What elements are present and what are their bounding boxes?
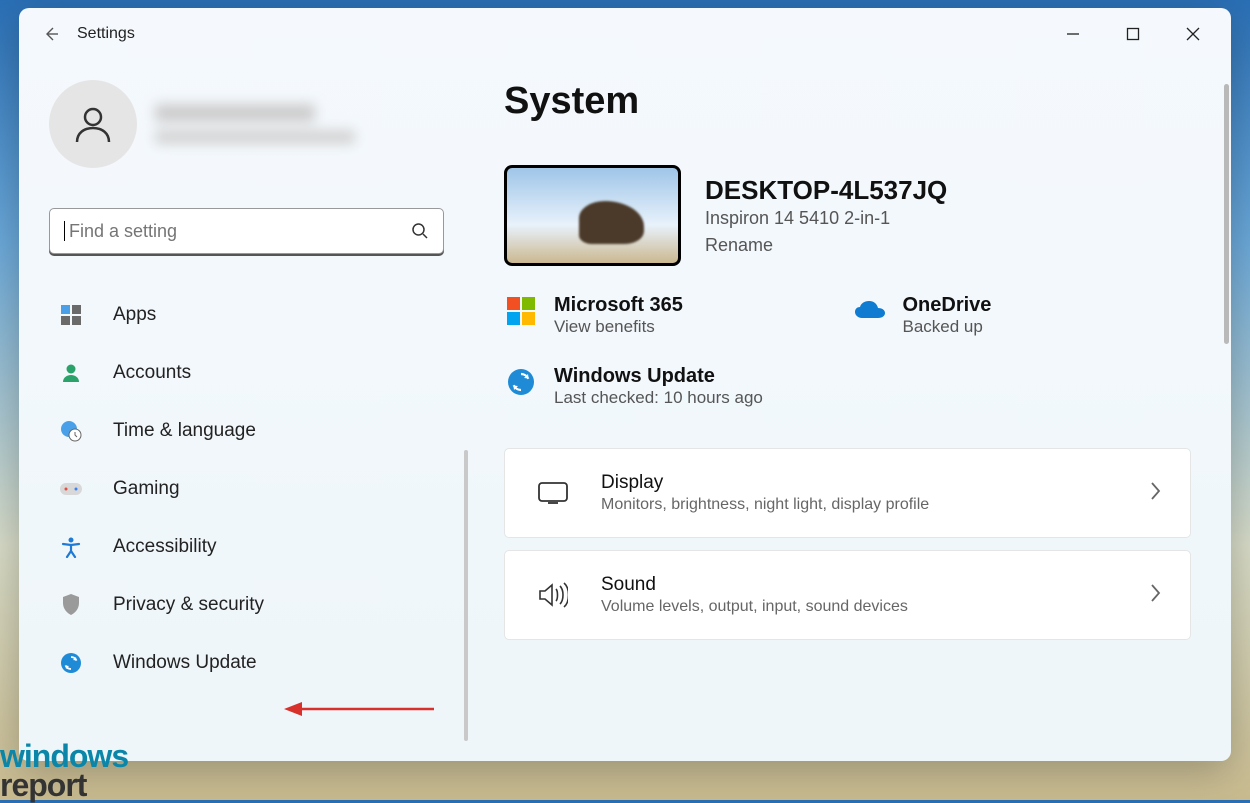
arrow-left-icon <box>42 25 60 43</box>
status-title: Windows Update <box>554 365 763 388</box>
accounts-icon <box>60 362 82 384</box>
search-input[interactable] <box>69 221 411 242</box>
status-sub: View benefits <box>554 317 683 337</box>
microsoft-icon <box>507 297 535 325</box>
status-onedrive[interactable]: OneDrive Backed up <box>853 294 1192 337</box>
main-scrollbar[interactable] <box>1224 84 1229 344</box>
sidebar-item-windows-update[interactable]: Windows Update <box>49 638 434 688</box>
sidebar-item-privacy-security[interactable]: Privacy & security <box>49 580 434 630</box>
globe-clock-icon <box>59 419 83 443</box>
settings-cards: Display Monitors, brightness, night ligh… <box>504 448 1191 640</box>
card-sound[interactable]: Sound Volume levels, output, input, soun… <box>504 550 1191 640</box>
display-icon <box>538 482 568 504</box>
status-windows-update[interactable]: Windows Update Last checked: 10 hours ag… <box>504 365 843 408</box>
device-name: DESKTOP-4L537JQ <box>705 175 947 206</box>
page-title: System <box>504 80 1191 123</box>
maximize-button[interactable] <box>1103 14 1163 54</box>
profile-text <box>155 104 355 144</box>
search-caret <box>64 221 65 241</box>
update-circle-icon <box>506 367 536 397</box>
close-icon <box>1186 27 1200 41</box>
titlebar: Settings <box>19 8 1231 60</box>
app-title: Settings <box>77 25 135 43</box>
status-grid: Microsoft 365 View benefits OneDrive Bac… <box>504 294 1191 408</box>
device-wallpaper-thumb[interactable] <box>504 165 681 266</box>
person-icon <box>71 102 115 146</box>
accessibility-icon <box>60 536 82 558</box>
sidebar: Apps Accounts Time & language Gaming Acc… <box>19 60 464 761</box>
onedrive-icon <box>854 300 886 322</box>
card-title: Sound <box>601 574 908 596</box>
sidebar-item-time-language[interactable]: Time & language <box>49 406 434 456</box>
sidebar-item-accessibility[interactable]: Accessibility <box>49 522 434 572</box>
sidebar-item-label: Apps <box>113 304 156 326</box>
watermark: windows report <box>0 742 128 800</box>
rename-link[interactable]: Rename <box>705 235 773 256</box>
settings-window: Settings <box>19 8 1231 761</box>
status-title: OneDrive <box>903 294 992 317</box>
watermark-line2: report <box>0 771 128 800</box>
close-button[interactable] <box>1163 14 1223 54</box>
minimize-icon <box>1066 27 1080 41</box>
chevron-right-icon <box>1148 582 1162 604</box>
status-sub: Last checked: 10 hours ago <box>554 388 763 408</box>
device-info: DESKTOP-4L537JQ Inspiron 14 5410 2-in-1 … <box>705 175 947 256</box>
sidebar-item-label: Privacy & security <box>113 594 264 616</box>
gamepad-icon <box>59 479 83 499</box>
status-microsoft-365[interactable]: Microsoft 365 View benefits <box>504 294 843 337</box>
sidebar-item-label: Windows Update <box>113 652 257 674</box>
card-sub: Monitors, brightness, night light, displ… <box>601 496 929 514</box>
status-sub: Backed up <box>903 317 992 337</box>
window-controls <box>1043 14 1223 54</box>
avatar <box>49 80 137 168</box>
apps-icon <box>60 304 82 326</box>
card-sub: Volume levels, output, input, sound devi… <box>601 598 908 616</box>
sidebar-nav: Apps Accounts Time & language Gaming Acc… <box>49 290 434 688</box>
content-area: Apps Accounts Time & language Gaming Acc… <box>19 60 1231 761</box>
main-panel: System DESKTOP-4L537JQ Inspiron 14 5410 … <box>464 60 1231 761</box>
sidebar-item-gaming[interactable]: Gaming <box>49 464 434 514</box>
update-icon <box>60 652 82 674</box>
sidebar-item-label: Gaming <box>113 478 180 500</box>
search-field[interactable] <box>49 208 444 254</box>
sidebar-item-label: Accounts <box>113 362 191 384</box>
device-summary: DESKTOP-4L537JQ Inspiron 14 5410 2-in-1 … <box>504 165 1191 266</box>
maximize-icon <box>1126 27 1140 41</box>
sidebar-item-label: Accessibility <box>113 536 216 558</box>
chevron-right-icon <box>1148 480 1162 502</box>
sidebar-item-label: Time & language <box>113 420 256 442</box>
card-title: Display <box>601 472 929 494</box>
sidebar-item-apps[interactable]: Apps <box>49 290 434 340</box>
profile-block[interactable] <box>49 80 434 168</box>
search-icon <box>411 222 429 240</box>
status-title: Microsoft 365 <box>554 294 683 317</box>
back-button[interactable] <box>33 16 69 52</box>
sidebar-item-accounts[interactable]: Accounts <box>49 348 434 398</box>
minimize-button[interactable] <box>1043 14 1103 54</box>
shield-icon <box>61 593 81 617</box>
sound-icon <box>538 582 568 608</box>
device-model: Inspiron 14 5410 2-in-1 <box>705 208 947 229</box>
card-display[interactable]: Display Monitors, brightness, night ligh… <box>504 448 1191 538</box>
